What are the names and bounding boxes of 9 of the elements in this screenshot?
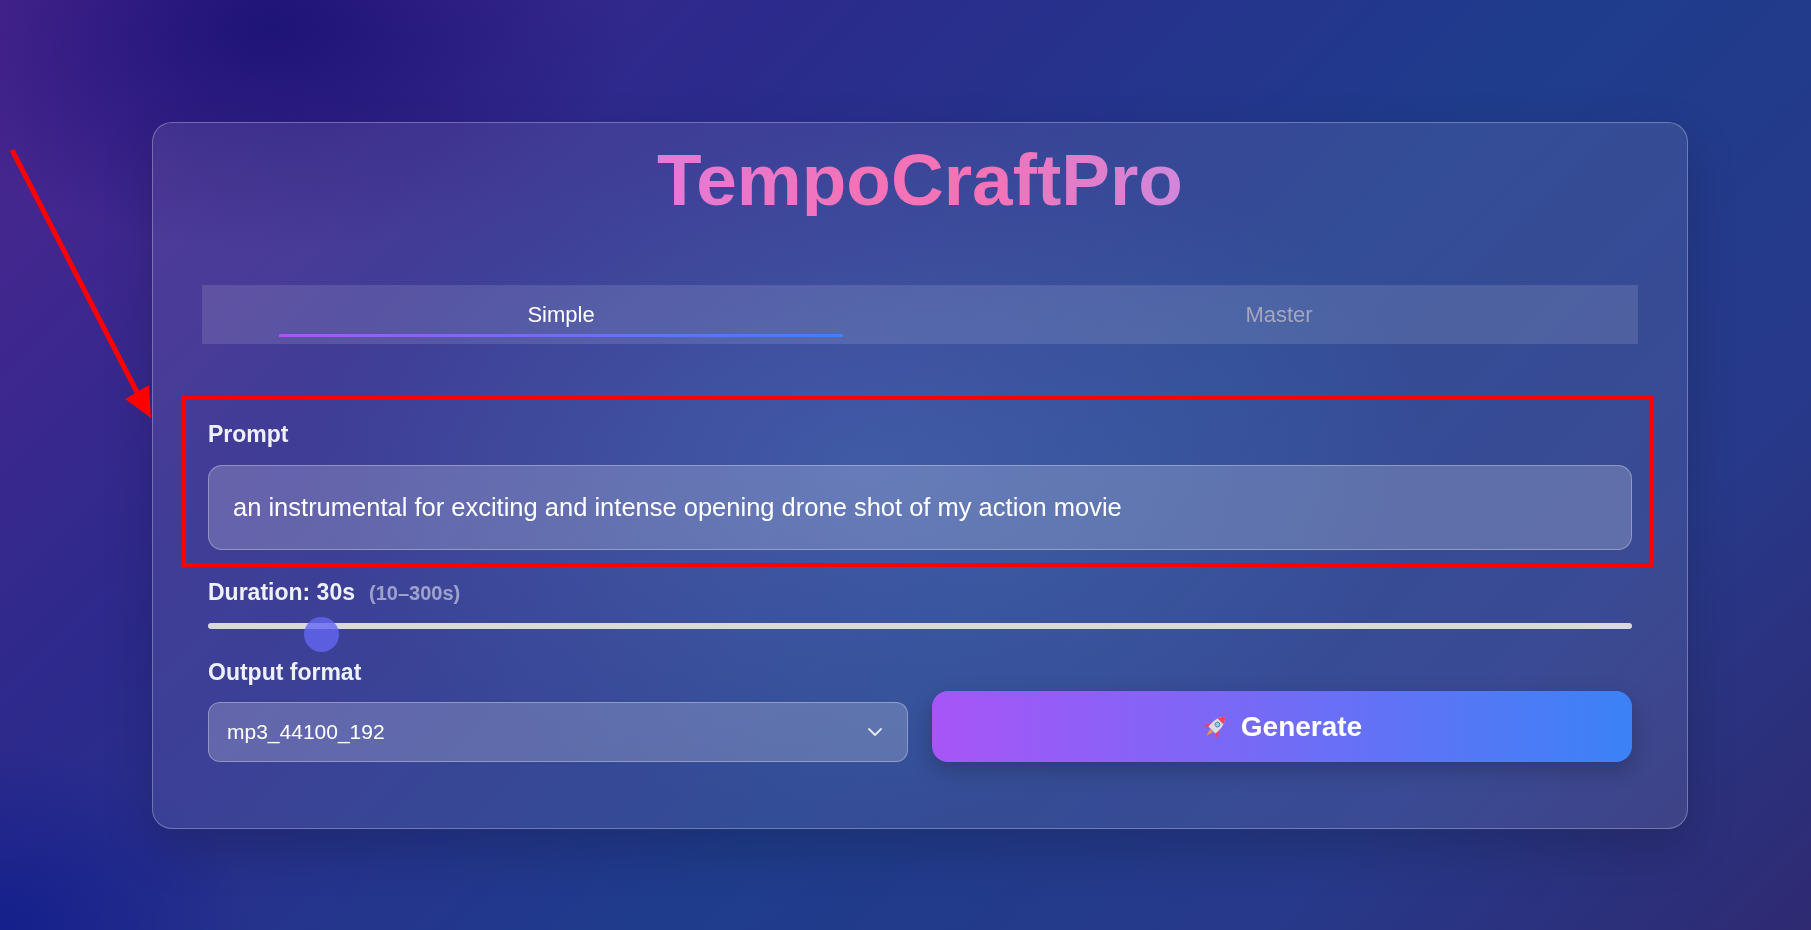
duration-range-hint: (10–300s) — [369, 582, 461, 605]
generate-button[interactable]: Generate — [932, 691, 1632, 762]
mode-tab[interactable]: Simple — [202, 285, 920, 344]
format-select[interactable]: mp3_44100_192 — [208, 702, 908, 762]
duration-label: Duration: 30s — [208, 579, 355, 605]
chevron-down-icon — [868, 728, 882, 736]
output-format-label: Output format — [208, 659, 362, 685]
prompt-label: Prompt — [208, 421, 289, 447]
slider-thumb[interactable] — [303, 616, 339, 652]
